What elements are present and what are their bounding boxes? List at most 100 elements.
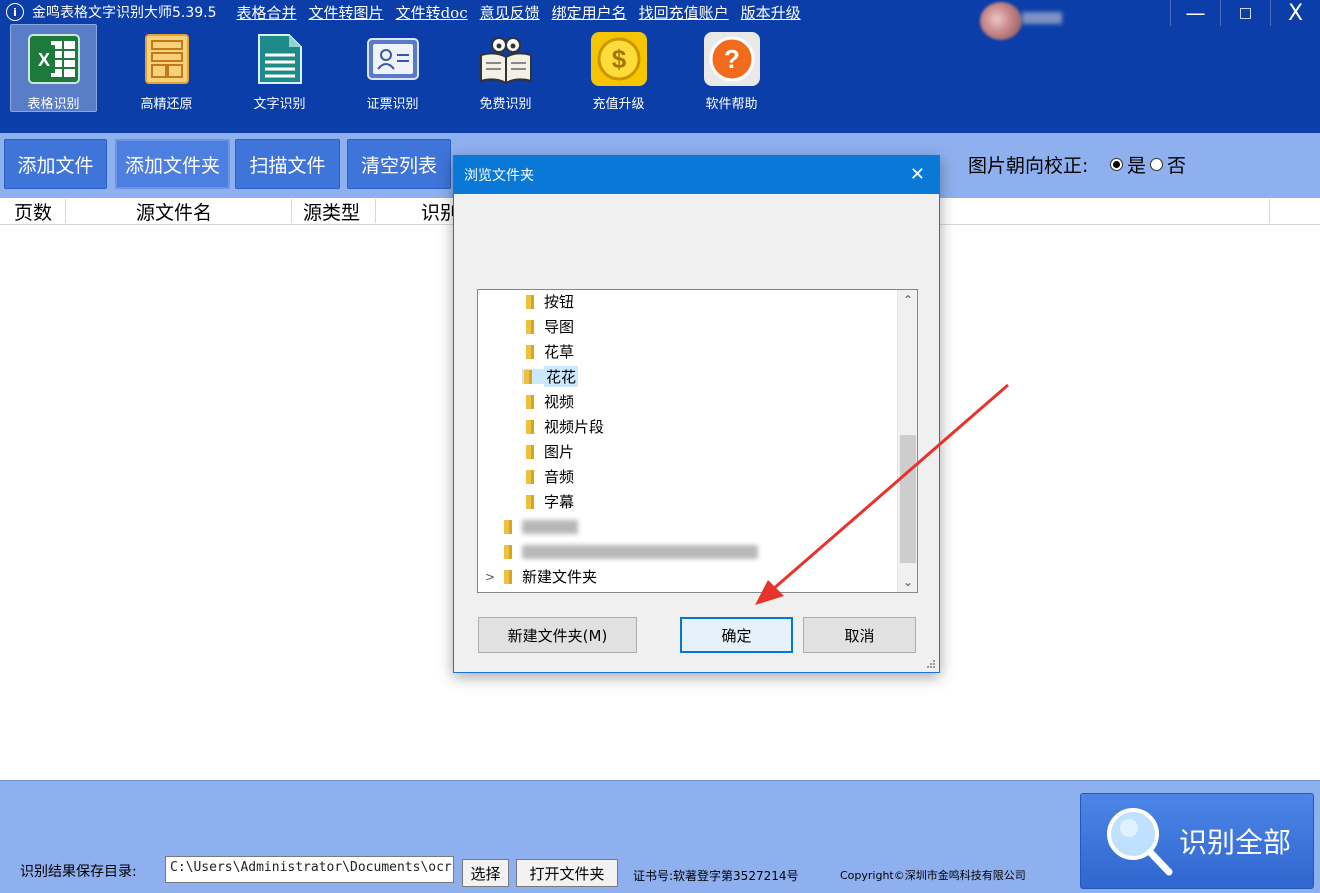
tool-label: 文字识别: [253, 97, 306, 112]
tree-item-label: 按钮: [544, 293, 575, 311]
tree-item-label: 新建文件夹: [522, 568, 598, 586]
user-name-redacted: [1022, 12, 1062, 24]
column-header-filename[interactable]: 源文件名: [66, 199, 292, 224]
scroll-up-icon[interactable]: ⌃: [898, 290, 917, 310]
expand-chevron-icon[interactable]: >: [482, 570, 498, 584]
dialog-close-icon[interactable]: ✕: [910, 164, 925, 185]
tree-scrollbar[interactable]: ⌃ ⌄: [897, 290, 917, 592]
tool-high-precision[interactable]: 高精还原: [123, 24, 210, 112]
save-directory-input[interactable]: C:\Users\Administrator\Documents\ocr: [165, 856, 454, 883]
tree-item-label: 花花: [544, 366, 579, 387]
redacted-label: [522, 519, 578, 534]
folder-icon: [502, 519, 514, 534]
column-header-page[interactable]: 页数: [0, 199, 66, 224]
orientation-no-label: 否: [1167, 155, 1187, 177]
svg-text:X: X: [37, 50, 49, 70]
tree-item-folder-redacted[interactable]: [502, 540, 758, 563]
browse-folder-dialog: 浏览文件夹 ✕ 按钮 导图 花草 花花 视频 视频片段 图片 音频 字幕 > 新…: [453, 155, 940, 673]
folder-tree: 按钮 导图 花草 花花 视频 视频片段 图片 音频 字幕 > 新建文件夹 ⌃ ⌄: [477, 289, 918, 593]
tree-item-folder[interactable]: 花草: [524, 340, 574, 363]
tree-item-folder[interactable]: 视频片段: [524, 415, 604, 438]
menu-link-bind-username[interactable]: 绑定用户名: [552, 2, 627, 23]
id-card-icon: [363, 30, 423, 87]
tool-label: 表格识别: [27, 97, 80, 112]
minimize-button[interactable]: —: [1170, 0, 1220, 26]
tree-item-label: 视频片段: [544, 418, 605, 436]
menu-link-upgrade[interactable]: 版本升级: [741, 2, 801, 23]
tool-text-recognition[interactable]: 文字识别: [236, 24, 323, 112]
tree-item-folder[interactable]: 字幕: [524, 490, 574, 513]
cancel-button[interactable]: 取消: [803, 617, 916, 653]
svg-text:$: $: [611, 44, 626, 74]
tool-certificate-recognition[interactable]: 证票识别: [349, 24, 436, 112]
tree-item-folder-selected[interactable]: 花花: [522, 365, 579, 388]
folder-icon: [524, 419, 536, 434]
tool-recharge-upgrade[interactable]: $ 充值升级: [575, 24, 662, 112]
user-avatar[interactable]: [980, 2, 1022, 40]
recognize-all-label: 识别全部: [1178, 826, 1291, 859]
layout-icon: [137, 30, 197, 87]
tree-item-label: 音频: [544, 468, 575, 486]
tool-label: 充值升级: [592, 97, 645, 112]
tree-item-label: 导图: [544, 318, 575, 336]
open-folder-button[interactable]: 打开文件夹: [516, 859, 618, 887]
ok-button[interactable]: 确定: [680, 617, 793, 653]
add-file-button[interactable]: 添加文件: [4, 139, 107, 189]
tool-free-recognition[interactable]: 免费识别: [462, 24, 549, 112]
help-icon: ?: [702, 30, 762, 87]
folder-icon: [524, 344, 536, 359]
orientation-radio-group: 是 否: [1110, 151, 1186, 178]
folder-icon: [524, 294, 536, 309]
svg-text:?: ?: [724, 44, 740, 74]
certificate-number: 证书号:软著登字第3527214号: [633, 869, 799, 883]
recognize-all-button[interactable]: 识别全部: [1080, 793, 1314, 889]
tree-item-folder[interactable]: 音频: [524, 465, 574, 488]
menu-link-table-merge[interactable]: 表格合并: [237, 2, 297, 23]
resize-grip-icon[interactable]: [926, 659, 936, 669]
menu-link-file-to-image[interactable]: 文件转图片: [309, 2, 384, 23]
clear-list-button[interactable]: 清空列表: [347, 139, 451, 189]
tree-item-folder-redacted[interactable]: [502, 515, 578, 538]
folder-icon: [502, 569, 514, 584]
footer-bar: 识别结果保存目录: C:\Users\Administrator\Documen…: [0, 780, 1320, 893]
new-folder-button[interactable]: 新建文件夹(M): [478, 617, 637, 653]
scan-file-button[interactable]: 扫描文件: [235, 139, 340, 189]
orientation-yes-radio[interactable]: [1110, 158, 1123, 171]
tool-label: 证票识别: [366, 97, 419, 112]
tree-item-folder[interactable]: 按钮: [524, 290, 574, 313]
menu-link-file-to-doc[interactable]: 文件转doc: [396, 2, 468, 23]
magnifier-icon: [1107, 808, 1173, 876]
excel-icon: X: [24, 31, 84, 87]
redacted-label: [522, 544, 758, 559]
column-header-type[interactable]: 源类型: [292, 199, 376, 224]
folder-icon: [524, 319, 536, 334]
tree-item-label: 视频: [544, 393, 575, 411]
scroll-thumb[interactable]: [900, 435, 916, 563]
folder-icon: [502, 544, 514, 559]
choose-directory-button[interactable]: 选择: [462, 859, 509, 887]
dialog-title: 浏览文件夹: [464, 168, 534, 184]
add-folder-button[interactable]: 添加文件夹: [115, 139, 230, 189]
close-button[interactable]: X: [1270, 0, 1320, 26]
menu-link-recover-account[interactable]: 找回充值账户: [639, 2, 729, 23]
orientation-label: 图片朝向校正:: [968, 155, 1089, 177]
radio-selected-dot: [1113, 161, 1120, 168]
tree-item-new-folder[interactable]: > 新建文件夹: [482, 565, 597, 588]
title-bar: i 金鸣表格文字识别大师5.39.5 表格合并 文件转图片 文件转doc 意见反…: [0, 0, 1320, 24]
tool-table-recognition[interactable]: X 表格识别: [10, 24, 97, 112]
tree-item-folder[interactable]: 导图: [524, 315, 574, 338]
tool-software-help[interactable]: ? 软件帮助: [688, 24, 775, 112]
maximize-button[interactable]: □: [1220, 0, 1270, 26]
coin-icon: $: [589, 30, 649, 87]
tree-item-folder[interactable]: 图片: [524, 440, 574, 463]
tree-item-folder[interactable]: 视频: [524, 390, 574, 413]
tool-label: 免费识别: [479, 97, 532, 112]
copyright-text: Copyright©深圳市金鸣科技有限公司: [840, 869, 1026, 882]
window-controls: — □ X: [1170, 0, 1320, 26]
orientation-no-radio[interactable]: [1150, 158, 1164, 171]
scroll-down-icon[interactable]: ⌄: [898, 572, 917, 592]
menu-link-feedback[interactable]: 意见反馈: [480, 2, 540, 23]
tree-item-label: 图片: [544, 443, 575, 461]
orientation-yes-label: 是: [1127, 155, 1147, 177]
app-logo-icon: i: [6, 3, 24, 21]
